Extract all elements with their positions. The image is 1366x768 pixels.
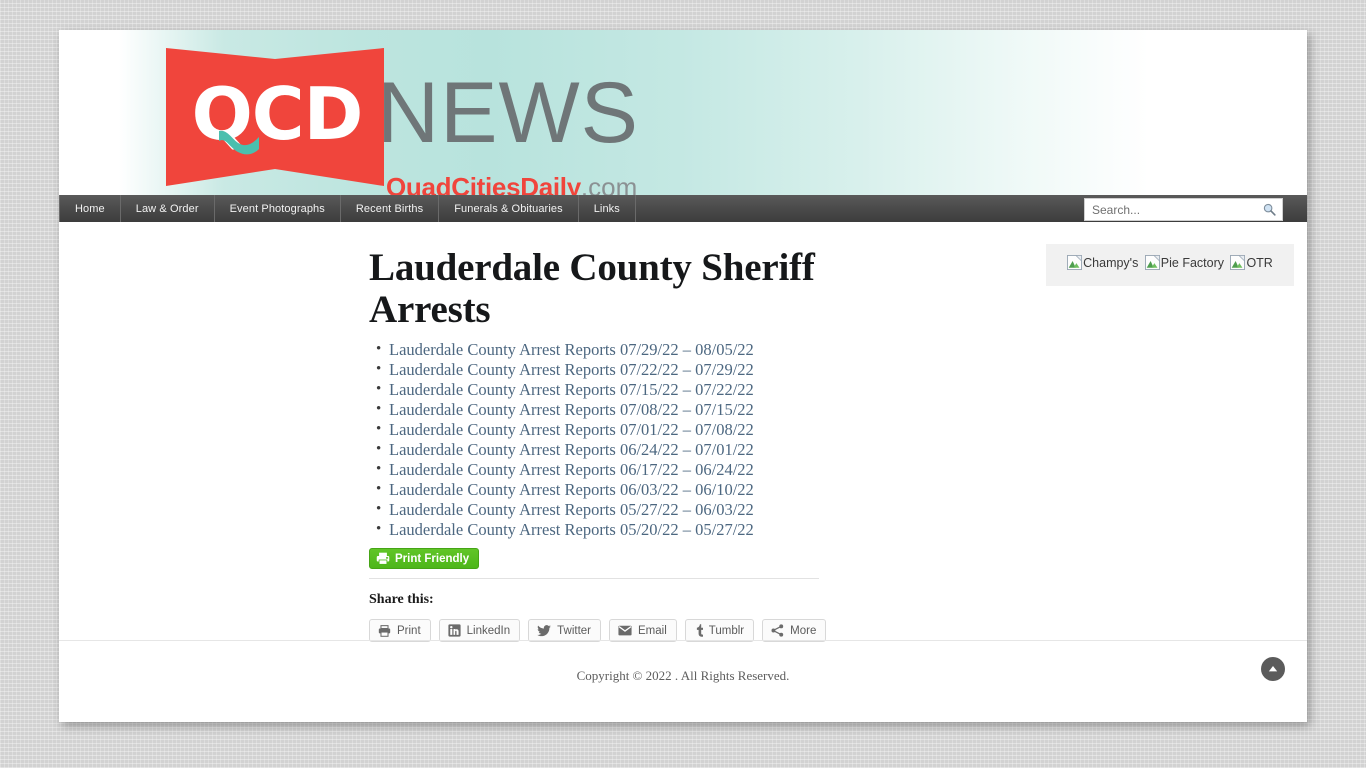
site-logo[interactable]: QCD [166, 42, 384, 192]
sidebar-ad-label: Champy's [1083, 255, 1139, 270]
search-box [1084, 198, 1283, 221]
nav-item-funerals-and-obituaries[interactable]: Funerals & Obituaries [439, 195, 579, 222]
arrest-report-link[interactable]: Lauderdale County Arrest Reports 06/24/2… [389, 440, 754, 459]
arrest-report-list: Lauderdale County Arrest Reports 07/29/2… [369, 339, 889, 540]
arrest-report-link[interactable]: Lauderdale County Arrest Reports 06/17/2… [389, 460, 754, 479]
search-input[interactable] [1085, 199, 1256, 220]
broken-image-icon [1067, 255, 1083, 270]
twitter-bird-icon [537, 625, 551, 637]
page-container: QCD NEWS QuadCitiesDaily.com Home Law & … [59, 30, 1307, 722]
list-item: Lauderdale County Arrest Reports 07/08/2… [376, 399, 889, 420]
list-item: Lauderdale County Arrest Reports 06/24/2… [376, 439, 889, 460]
site-masthead: QCD NEWS QuadCitiesDaily.com [59, 30, 1307, 195]
logo-domain-suffix: .com [580, 172, 638, 195]
share-button-twitter[interactable]: Twitter [528, 619, 602, 643]
sidebar-ad-pie-factory[interactable]: Pie Factory [1144, 255, 1224, 270]
nav-item-law-and-order[interactable]: Law & Order [121, 195, 215, 222]
page-title: Lauderdale County Sheriff Arrests [369, 246, 815, 331]
arrest-report-link[interactable]: Lauderdale County Arrest Reports 06/03/2… [389, 480, 754, 499]
magnifier-icon [1263, 203, 1276, 216]
share-button-more[interactable]: More [762, 619, 827, 643]
share-button-label: More [790, 624, 817, 637]
share-button-label: Print [397, 624, 421, 637]
main-navigation: Home Law & Order Event Photographs Recen… [59, 195, 1307, 222]
arrest-report-link[interactable]: Lauderdale County Arrest Reports 07/01/2… [389, 420, 754, 439]
copyright-text: Copyright © 2022 . All Rights Reserved. [576, 668, 790, 683]
share-button-print[interactable]: Print [369, 619, 431, 643]
list-item: Lauderdale County Arrest Reports 06/17/2… [376, 459, 889, 480]
arrest-report-link[interactable]: Lauderdale County Arrest Reports 07/22/2… [389, 360, 754, 379]
share-button-label: Email [638, 624, 667, 637]
list-item: Lauderdale County Arrest Reports 07/22/2… [376, 359, 889, 380]
list-item: Lauderdale County Arrest Reports 06/03/2… [376, 479, 889, 500]
scroll-to-top-button[interactable] [1261, 657, 1285, 681]
share-button-label: Tumblr [708, 624, 745, 637]
site-footer: Copyright © 2022 . All Rights Reserved. [59, 640, 1307, 722]
search-submit-button[interactable] [1256, 199, 1282, 220]
arrest-report-link[interactable]: Lauderdale County Arrest Reports 05/27/2… [389, 500, 754, 519]
tumblr-icon [694, 624, 703, 638]
list-item: Lauderdale County Arrest Reports 07/01/2… [376, 419, 889, 440]
list-item: Lauderdale County Arrest Reports 07/15/2… [376, 379, 889, 400]
sidebar: Champy's Pie Factory OTR [1046, 244, 1294, 286]
list-item: Lauderdale County Arrest Reports 07/29/2… [376, 339, 889, 360]
envelope-icon [618, 625, 632, 636]
nav-item-links[interactable]: Links [579, 195, 636, 222]
article: Lauderdale County Sheriff Arrests Lauder… [369, 246, 889, 643]
nav-item-recent-births[interactable]: Recent Births [341, 195, 440, 222]
logo-news-word: NEWS [377, 65, 639, 161]
sidebar-ad-champys[interactable]: Champy's [1067, 255, 1138, 270]
sidebar-ad-label: OTR [1246, 255, 1273, 270]
logo-qcd-text: QCD [191, 72, 364, 156]
nav-item-home[interactable]: Home [59, 195, 121, 222]
list-item: Lauderdale County Arrest Reports 05/27/2… [376, 499, 889, 520]
broken-image-icon [1230, 255, 1246, 270]
sidebar-ad-label: Pie Factory [1160, 255, 1224, 270]
logo-domain: QuadCitiesDaily.com [386, 174, 637, 195]
sidebar-ad-widget: Champy's Pie Factory OTR [1046, 244, 1294, 286]
arrest-report-link[interactable]: Lauderdale County Arrest Reports 05/20/2… [389, 520, 754, 539]
share-heading: Share this: [369, 592, 434, 608]
share-button-email[interactable]: Email [609, 619, 677, 643]
arrest-report-link[interactable]: Lauderdale County Arrest Reports 07/15/2… [389, 380, 754, 399]
share-button-tumblr[interactable]: Tumblr [684, 619, 755, 643]
broken-image-icon [1144, 255, 1160, 270]
share-button-label: LinkedIn [466, 624, 511, 637]
share-button-row: Print LinkedIn Twitter Email Tumblr More [369, 619, 889, 643]
print-friendly-button[interactable]: Print Friendly [369, 548, 480, 570]
logo-domain-primary: QuadCitiesDaily [386, 172, 581, 195]
chevron-up-circle-icon [1268, 666, 1278, 672]
arrest-report-link[interactable]: Lauderdale County Arrest Reports 07/29/2… [389, 340, 754, 359]
printer-icon [378, 625, 391, 637]
sidebar-ad-otr[interactable]: OTR [1230, 255, 1273, 270]
share-button-linkedin[interactable]: LinkedIn [438, 619, 521, 643]
content-divider [369, 578, 819, 580]
share-nodes-icon [771, 624, 784, 638]
print-friendly-label: Print Friendly [395, 552, 470, 565]
arrest-report-link[interactable]: Lauderdale County Arrest Reports 07/08/2… [389, 400, 754, 419]
list-item: Lauderdale County Arrest Reports 05/20/2… [376, 519, 889, 540]
logo-qcd-wrapper: QCD [166, 42, 384, 192]
printer-icon [376, 553, 390, 566]
linkedin-icon [448, 624, 461, 638]
nav-item-event-photographs[interactable]: Event Photographs [215, 195, 341, 222]
share-button-label: Twitter [557, 624, 592, 637]
